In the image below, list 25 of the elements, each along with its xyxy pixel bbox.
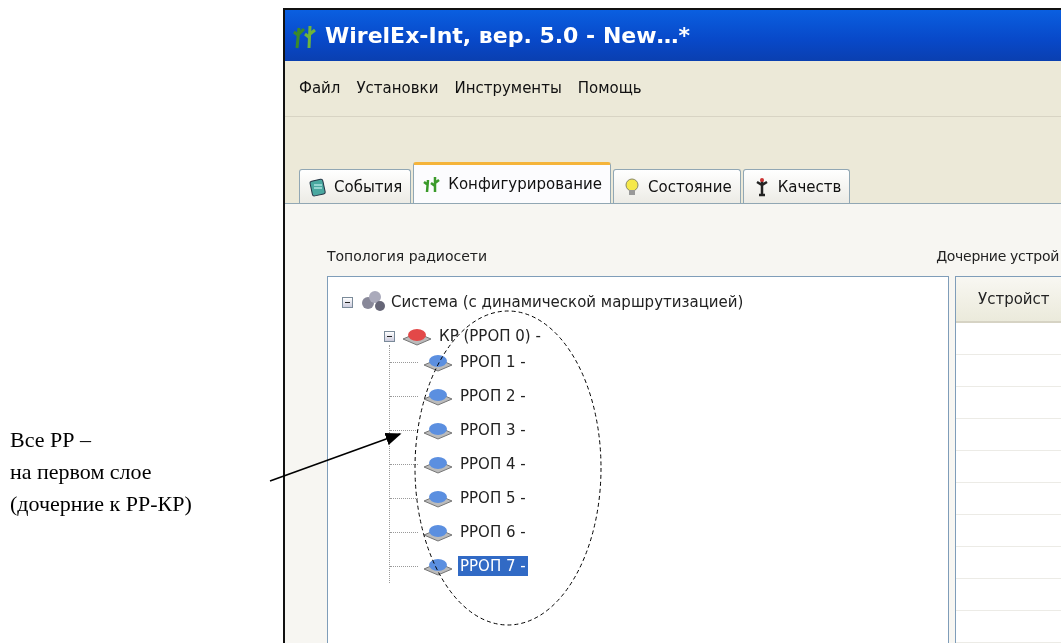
tab[interactable]: Состояние [613,169,741,203]
tree-item[interactable]: РРОП 4 - [458,454,528,474]
collapse-toggle-icon[interactable] [384,330,395,342]
collapse-toggle-icon[interactable] [342,296,353,308]
lightbulb-icon [622,176,642,197]
tree-item[interactable]: РРОП 6 - [458,522,528,542]
tree-item[interactable]: Система (с динамической маршрутизацией) [389,292,746,312]
section-label: Дочерние устрой [936,248,1059,264]
tree-item[interactable]: КР (РРОП 0) - [437,326,543,346]
tree-item[interactable]: РРОП 7 - [458,556,528,576]
tab[interactable]: Качеств [742,169,851,203]
tree-item[interactable]: РРОП 2 - [458,386,528,406]
window-title: WirelEx-Int, вер. 5.0 - New…* [325,23,691,48]
menu-item[interactable]: Установки [350,77,445,100]
tab[interactable]: События [299,169,412,203]
tab[interactable]: Конфигурирование [413,162,611,203]
section-label: Топология радиосети [327,248,488,264]
menu-item[interactable]: Файл [293,77,347,100]
annotation-text: Все РР – на первом слое (дочерние к РР-КР) [10,426,192,518]
tree-item[interactable]: РРОП 3 - [458,420,528,440]
tree-item[interactable]: РРОП 1 - [458,352,528,372]
tree-item[interactable]: РРОП 5 - [458,488,528,508]
menu-item[interactable]: Помощь [571,77,648,100]
menu-item[interactable]: Инструменты [448,77,568,100]
notebook-icon [308,176,328,197]
